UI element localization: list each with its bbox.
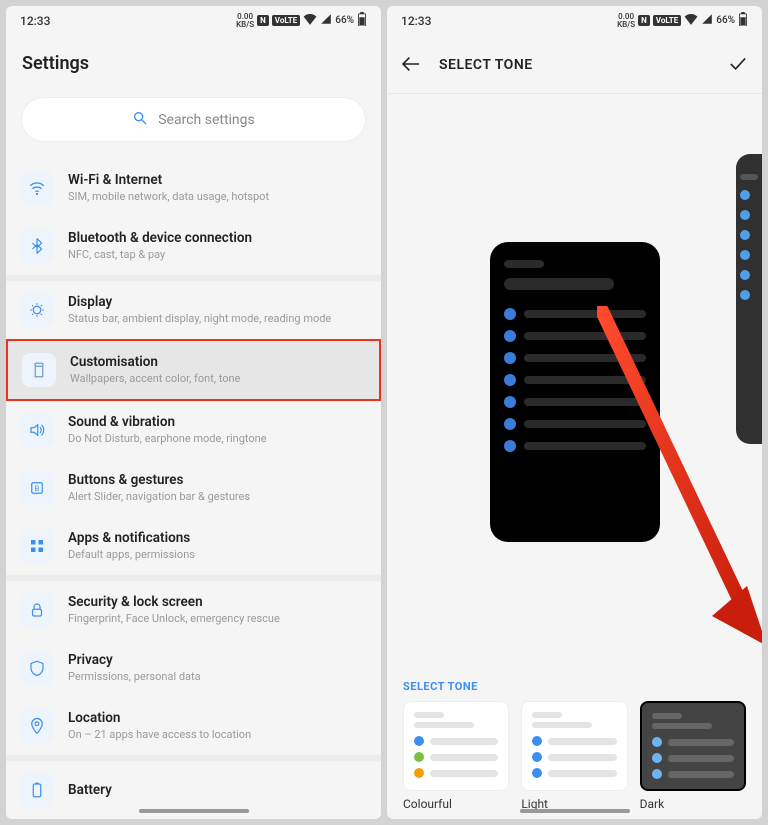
location-icon — [20, 709, 54, 743]
row-title: Privacy — [68, 652, 201, 668]
row-title: Apps & notifications — [68, 530, 195, 546]
display-icon — [20, 293, 54, 327]
status-bar: 12:33 0.00KB/S N VoLTE 66% — [6, 6, 381, 33]
home-indicator[interactable] — [520, 809, 630, 813]
search-input[interactable]: Search settings — [22, 98, 365, 141]
battery-icon — [738, 12, 748, 29]
row-title: Customisation — [70, 354, 240, 370]
battery-percent: 66% — [335, 15, 354, 26]
settings-row-display[interactable]: Display Status bar, ambient display, nigh… — [6, 281, 381, 339]
tone-label: Colourful — [403, 797, 509, 811]
wifi-icon — [303, 13, 317, 28]
bluetooth-icon — [20, 229, 54, 263]
appbar-title: SELECT TONE — [439, 57, 710, 73]
settings-list: Wi-Fi & Internet SIM, mobile network, dat… — [6, 159, 381, 819]
app-bar: SELECT TONE — [387, 33, 762, 94]
buttons-icon: B — [20, 471, 54, 505]
svg-text:B: B — [35, 484, 40, 493]
row-title: Wi-Fi & Internet — [68, 172, 269, 188]
settings-row-security[interactable]: Security & lock screen Fingerprint, Face … — [6, 581, 381, 639]
status-bar: 12:33 0.00KB/S N VoLTE 66% — [387, 6, 762, 33]
confirm-icon[interactable] — [728, 53, 748, 77]
row-subtitle: Status bar, ambient display, night mode,… — [68, 312, 331, 325]
row-subtitle: Wallpapers, accent color, font, tone — [70, 372, 240, 385]
settings-row-apps[interactable]: Apps & notifications Default apps, permis… — [6, 517, 381, 575]
settings-row-privacy[interactable]: Privacy Permissions, personal data — [6, 639, 381, 697]
search-placeholder: Search settings — [158, 112, 255, 128]
settings-row-bluetooth[interactable]: Bluetooth & device connection NFC, cast, … — [6, 217, 381, 275]
page-title: Settings — [6, 33, 381, 88]
row-title: Battery — [68, 782, 112, 798]
tone-card-colourful[interactable]: Colourful — [403, 701, 509, 811]
battery-percent: 66% — [716, 15, 735, 26]
row-subtitle: NFC, cast, tap & pay — [68, 248, 252, 261]
home-indicator[interactable] — [139, 809, 249, 813]
tone-card-list: Colourful Light Dark — [387, 701, 762, 819]
row-title: Security & lock screen — [68, 594, 280, 610]
row-title: Sound & vibration — [68, 414, 267, 430]
phone-settings: 12:33 0.00KB/S N VoLTE 66% Settings — [6, 6, 381, 819]
tone-card-dark[interactable]: Dark — [640, 701, 746, 811]
volte-icon: VoLTE — [272, 15, 300, 26]
sound-icon — [20, 413, 54, 447]
battery-icon — [357, 12, 367, 29]
row-title: Display — [68, 294, 331, 310]
wifi-icon — [684, 13, 698, 28]
signal-icon — [701, 13, 713, 28]
tone-preview-dark-large — [490, 242, 660, 542]
settings-row-buttons[interactable]: B Buttons & gestures Alert Slider, navigat… — [6, 459, 381, 517]
row-title: Bluetooth & device connection — [68, 230, 252, 246]
clock: 12:33 — [401, 14, 431, 28]
row-subtitle: Fingerprint, Face Unlock, emergency resc… — [68, 612, 280, 625]
row-subtitle: On – 21 apps have access to location — [68, 728, 251, 741]
tone-card-light[interactable]: Light — [521, 701, 627, 811]
privacy-icon — [20, 651, 54, 685]
row-subtitle: Permissions, personal data — [68, 670, 201, 683]
row-title: Location — [68, 710, 251, 726]
settings-row-wifi[interactable]: Wi-Fi & Internet SIM, mobile network, dat… — [6, 159, 381, 217]
settings-row-customisation[interactable]: Customisation Wallpapers, accent color, f… — [6, 339, 381, 401]
clock: 12:33 — [20, 14, 50, 28]
security-icon — [20, 593, 54, 627]
row-subtitle: Alert Slider, navigation bar & gestures — [68, 490, 250, 503]
tone-label: Dark — [640, 797, 746, 811]
phone-select-tone: 12:33 0.00KB/S N VoLTE 66% — [387, 6, 762, 819]
signal-icon — [320, 13, 332, 28]
section-label: SELECT TONE — [387, 670, 762, 701]
tone-preview-area[interactable] — [387, 94, 762, 670]
search-icon — [132, 110, 148, 130]
wifi-icon — [20, 171, 54, 205]
settings-row-location[interactable]: Location On – 21 apps have access to loca… — [6, 697, 381, 755]
tone-preview-adjacent — [736, 154, 762, 444]
back-icon[interactable] — [401, 53, 421, 77]
row-subtitle: Default apps, permissions — [68, 548, 195, 561]
customisation-icon — [22, 353, 56, 387]
settings-row-sound[interactable]: Sound & vibration Do Not Disturb, earphon… — [6, 401, 381, 459]
nfc-icon: N — [257, 15, 269, 26]
row-subtitle: Do Not Disturb, earphone mode, ringtone — [68, 432, 267, 445]
volte-icon: VoLTE — [653, 15, 681, 26]
battery-icon — [20, 773, 54, 807]
row-subtitle: SIM, mobile network, data usage, hotspot — [68, 190, 269, 203]
nfc-icon: N — [638, 15, 650, 26]
row-title: Buttons & gestures — [68, 472, 250, 488]
apps-icon — [20, 529, 54, 563]
